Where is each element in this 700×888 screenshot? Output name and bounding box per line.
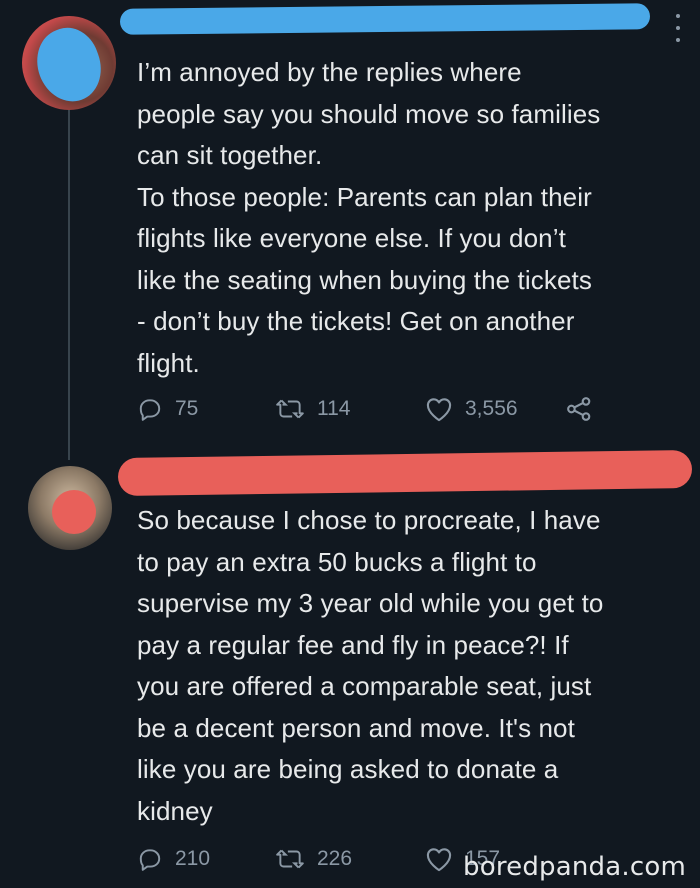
retweet-button[interactable]: 114 bbox=[275, 396, 425, 422]
tweet-actions: 75 114 3,556 bbox=[137, 396, 593, 422]
reply-icon bbox=[139, 849, 161, 871]
reply-count: 210 bbox=[175, 847, 211, 870]
like-icon bbox=[426, 398, 452, 422]
redaction-username bbox=[119, 3, 651, 35]
reply-button[interactable]: 210 bbox=[137, 846, 275, 872]
tweet-thread: I’m annoyed by the replies where people … bbox=[0, 0, 700, 888]
retweet-icon bbox=[276, 399, 304, 419]
redaction-username bbox=[117, 449, 693, 497]
retweet-icon bbox=[276, 849, 304, 869]
share-icon bbox=[567, 397, 591, 421]
retweet-count: 226 bbox=[317, 847, 353, 870]
tweet-text: I’m annoyed by the replies where people … bbox=[137, 57, 601, 378]
tweet-1[interactable]: I’m annoyed by the replies where people … bbox=[0, 0, 700, 450]
watermark: boredpanda.com bbox=[463, 852, 686, 882]
share-button[interactable] bbox=[565, 396, 593, 422]
retweet-button[interactable]: 226 bbox=[275, 846, 425, 872]
redaction-avatar bbox=[52, 490, 96, 534]
like-count: 3,556 bbox=[465, 397, 518, 420]
reply-icon bbox=[139, 399, 161, 421]
reply-button[interactable]: 75 bbox=[137, 396, 275, 422]
tweet-text: So because I chose to procreate, I have … bbox=[137, 505, 604, 826]
more-icon[interactable] bbox=[674, 14, 682, 42]
like-button[interactable]: 3,556 bbox=[425, 396, 565, 422]
reply-count: 75 bbox=[175, 397, 199, 420]
retweet-count: 114 bbox=[317, 397, 351, 420]
like-icon bbox=[426, 848, 452, 872]
